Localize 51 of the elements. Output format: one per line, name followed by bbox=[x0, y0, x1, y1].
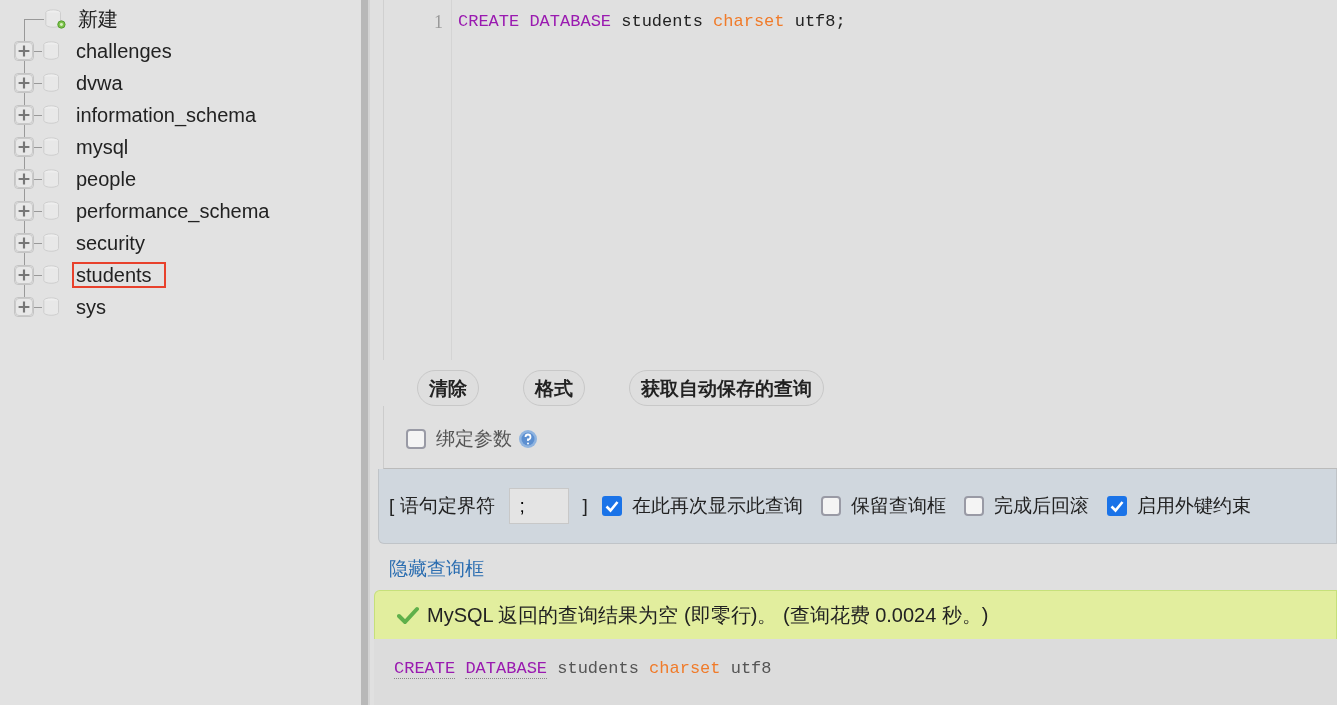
expand-button[interactable] bbox=[14, 105, 34, 125]
expand-button[interactable] bbox=[14, 169, 34, 189]
expand-button[interactable] bbox=[14, 201, 34, 221]
expand-button[interactable] bbox=[14, 137, 34, 157]
code-token: students bbox=[557, 659, 639, 678]
delimiter-field[interactable]: ; bbox=[508, 488, 569, 524]
query-button[interactable]: 格式 bbox=[523, 370, 585, 406]
success-message: MySQL 返回的查询结果为空 (即零行)。 (查询花费 0.0024 秒。) bbox=[427, 602, 989, 628]
checkbox-label: 在此再次显示此查询 bbox=[631, 494, 803, 518]
database-item[interactable]: dvwa bbox=[72, 70, 127, 96]
checkbox-label: 完成后回滚 bbox=[993, 494, 1089, 518]
checkmark-icon bbox=[397, 606, 419, 624]
code-token: charset bbox=[713, 12, 785, 31]
checkbox-label: 启用外键约束 bbox=[1136, 494, 1251, 518]
checkbox[interactable] bbox=[1106, 496, 1127, 516]
expand-button[interactable] bbox=[14, 233, 34, 253]
database-item[interactable]: students bbox=[72, 262, 166, 288]
expand-button[interactable] bbox=[14, 265, 34, 285]
new-database-link[interactable]: 新建 bbox=[74, 6, 122, 32]
database-item[interactable]: mysql bbox=[72, 134, 133, 160]
delimiter-label: [ 语句定界符 bbox=[389, 494, 495, 518]
database-item[interactable]: performance_schema bbox=[72, 198, 274, 224]
code-token: DATABASE bbox=[465, 659, 548, 679]
database-item[interactable]: people bbox=[72, 166, 141, 192]
checkbox-label: 保留查询框 bbox=[850, 494, 946, 518]
expand-button[interactable] bbox=[14, 297, 34, 317]
query-button[interactable]: 清除 bbox=[417, 370, 479, 406]
database-item[interactable]: sys bbox=[72, 294, 110, 320]
database-item[interactable]: information_schema bbox=[72, 102, 261, 128]
checkbox[interactable] bbox=[963, 496, 984, 516]
checkbox[interactable] bbox=[601, 496, 622, 516]
expand-button[interactable] bbox=[14, 41, 34, 61]
expand-button[interactable] bbox=[14, 73, 34, 93]
code-token: utf8 bbox=[730, 659, 772, 678]
help-icon[interactable] bbox=[518, 429, 538, 449]
delimiter-bracket: ] bbox=[582, 495, 588, 517]
database-item[interactable]: security bbox=[72, 230, 149, 256]
code-token: utf8; bbox=[794, 12, 846, 31]
code-token: charset bbox=[649, 659, 721, 678]
code-token: CREATE bbox=[394, 659, 456, 679]
database-add-icon bbox=[44, 8, 66, 30]
line-number: 1 bbox=[434, 12, 443, 32]
code-token: DATABASE bbox=[529, 12, 612, 31]
database-item[interactable]: challenges bbox=[72, 38, 176, 64]
code-token: students bbox=[621, 12, 703, 31]
checkbox-label: 绑定参数 bbox=[436, 427, 512, 451]
code-token: CREATE bbox=[458, 12, 520, 31]
checkbox[interactable] bbox=[820, 496, 841, 516]
checkbox[interactable] bbox=[406, 429, 426, 449]
query-button[interactable]: 获取自动保存的查询 bbox=[629, 370, 824, 406]
hide-query-box-link[interactable]: 隐藏查询框 bbox=[389, 558, 484, 579]
